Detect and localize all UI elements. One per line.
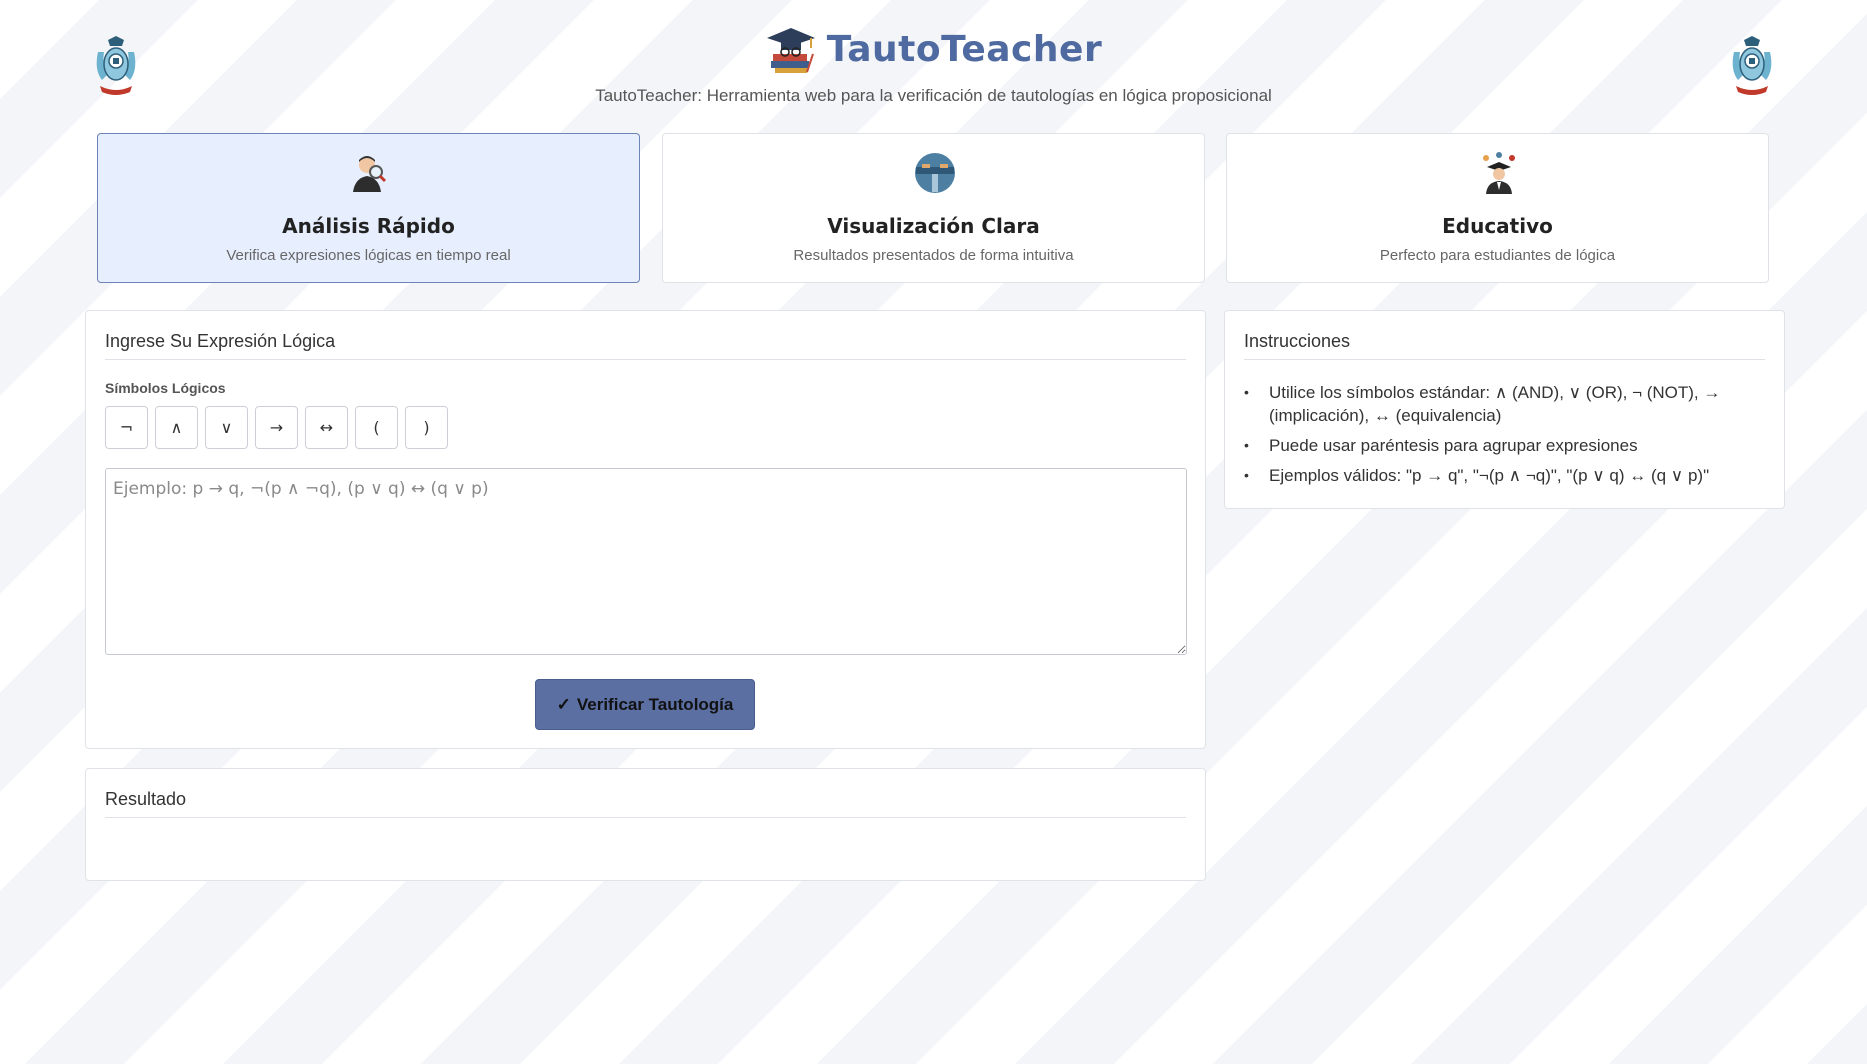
list-item: • Ejemplos válidos: "p → q", "¬(p ∧ ¬q)",…	[1244, 466, 1710, 485]
globe-view-icon	[915, 153, 955, 193]
symbol-iff-button[interactable]: ↔	[305, 406, 348, 449]
expression-panel: Ingrese Su Expresión Lógica Símbolos Lóg…	[85, 310, 1206, 749]
feature-card-clear-visualization[interactable]: Visualización Clara Resultados presentad…	[662, 133, 1205, 283]
instructions-list: • Utilice los símbolos estándar: ∧ (AND),…	[1244, 381, 1770, 494]
feature-title: Análisis Rápido	[282, 214, 455, 238]
symbol-not-button[interactable]: ¬	[105, 406, 148, 449]
page-header: TautoTeacher TautoTeacher: Herramienta w…	[0, 0, 1867, 110]
feature-title: Educativo	[1442, 214, 1553, 238]
verify-tautology-button[interactable]: ✓ Verificar Tautología	[535, 679, 755, 730]
instructions-panel: Instrucciones • Utilice los símbolos está…	[1224, 310, 1785, 509]
divider	[105, 359, 1186, 360]
app-title: TautoTeacher	[826, 28, 1103, 70]
app-subtitle: TautoTeacher: Herramienta web para la ve…	[595, 86, 1272, 105]
feature-description: Resultados presentados de forma intuitiv…	[793, 247, 1074, 264]
symbol-close-paren-button[interactable]: )	[405, 406, 448, 449]
verify-button-label: Verificar Tautología	[576, 694, 734, 714]
divider	[1244, 359, 1765, 360]
symbol-implies-button[interactable]: →	[255, 406, 298, 449]
symbol-toolbar: ¬ ∧ ∨ → ↔ ( )	[105, 406, 448, 449]
magnifier-person-icon	[353, 156, 387, 192]
symbol-open-paren-button[interactable]: (	[355, 406, 398, 449]
graduation-cap-books-icon	[766, 28, 815, 73]
panel-title: Resultado	[105, 789, 187, 809]
symbol-or-button[interactable]: ∨	[205, 406, 248, 449]
panel-title: Instrucciones	[1244, 331, 1351, 351]
symbol-and-button[interactable]: ∧	[155, 406, 198, 449]
brand: TautoTeacher	[0, 24, 1867, 79]
feature-description: Verifica expresiones lógicas en tiempo r…	[226, 247, 511, 264]
feature-card-educational[interactable]: Educativo Perfecto para estudiantes de l…	[1226, 133, 1769, 283]
list-item: • Utilice los símbolos estándar: ∧ (AND),…	[1244, 383, 1721, 425]
divider	[105, 817, 1186, 818]
check-icon: ✓	[556, 694, 571, 714]
result-panel: Resultado	[85, 768, 1206, 881]
symbols-label: Símbolos Lógicos	[105, 380, 226, 396]
expression-input[interactable]	[105, 468, 1187, 655]
panel-title: Ingrese Su Expresión Lógica	[105, 331, 336, 351]
feature-description: Perfecto para estudiantes de lógica	[1379, 247, 1616, 264]
feature-title: Visualización Clara	[827, 214, 1040, 238]
graduate-person-icon	[1483, 152, 1515, 194]
list-item: • Puede usar paréntesis para agrupar expr…	[1244, 436, 1638, 455]
feature-card-quick-analysis[interactable]: Análisis Rápido Verifica expresiones lóg…	[97, 133, 640, 283]
